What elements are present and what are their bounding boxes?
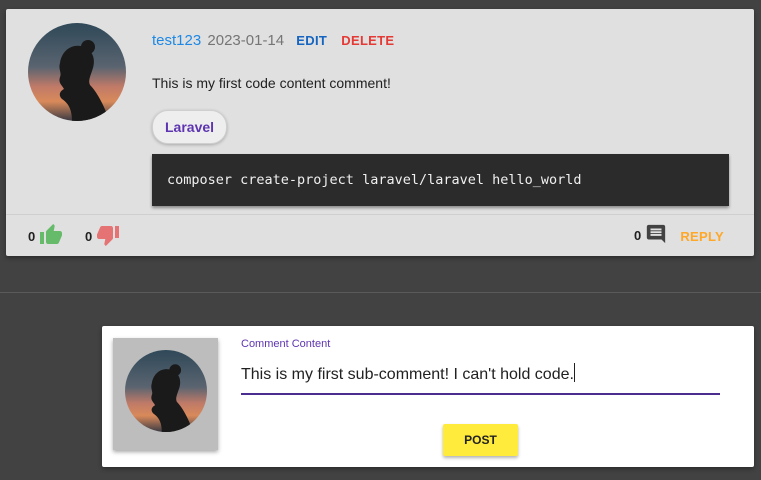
avatar-frame bbox=[113, 338, 218, 450]
thumb-down-icon bbox=[96, 223, 120, 250]
text-caret bbox=[573, 363, 575, 382]
post-button[interactable]: POST bbox=[443, 424, 518, 456]
reply-button[interactable]: REPLY bbox=[680, 229, 724, 244]
dislike-count: 0 bbox=[85, 229, 93, 244]
replies-count-group: 0 bbox=[634, 223, 667, 248]
replies-count: 0 bbox=[634, 228, 642, 243]
sub-comment-form: Comment Content This is my first sub-com… bbox=[102, 326, 754, 467]
comment-actions: 0 0 0 REPLY bbox=[6, 223, 754, 249]
delete-button[interactable]: DELETE bbox=[341, 33, 394, 48]
comment-date: 2023-01-14 bbox=[207, 32, 285, 49]
comment-username[interactable]: test123 bbox=[152, 32, 201, 49]
code-block: composer create-project laravel/laravel … bbox=[152, 154, 729, 206]
edit-button[interactable]: EDIT bbox=[296, 33, 327, 48]
comment-content-input[interactable]: This is my first sub-comment! I can't ho… bbox=[241, 363, 575, 384]
user-avatar bbox=[125, 350, 207, 432]
divider bbox=[6, 214, 754, 215]
comment-content-label: Comment Content bbox=[241, 338, 331, 350]
section-divider bbox=[0, 292, 761, 293]
tag-chip[interactable]: Laravel bbox=[152, 110, 228, 144]
like-button[interactable]: 0 bbox=[28, 223, 63, 250]
like-count: 0 bbox=[28, 229, 36, 244]
dislike-button[interactable]: 0 bbox=[85, 223, 120, 250]
comment-icon bbox=[645, 223, 667, 248]
user-avatar bbox=[28, 23, 126, 121]
thumb-up-icon bbox=[39, 223, 63, 250]
input-underline bbox=[241, 393, 720, 395]
comment-meta: test123 2023-01-14 EDIT DELETE bbox=[152, 32, 394, 49]
comment-card: test123 2023-01-14 EDIT DELETE This is m… bbox=[6, 9, 754, 256]
comment-content: This is my first code content comment! bbox=[152, 75, 391, 91]
comment-content-value: This is my first sub-comment! I can't ho… bbox=[241, 366, 574, 383]
